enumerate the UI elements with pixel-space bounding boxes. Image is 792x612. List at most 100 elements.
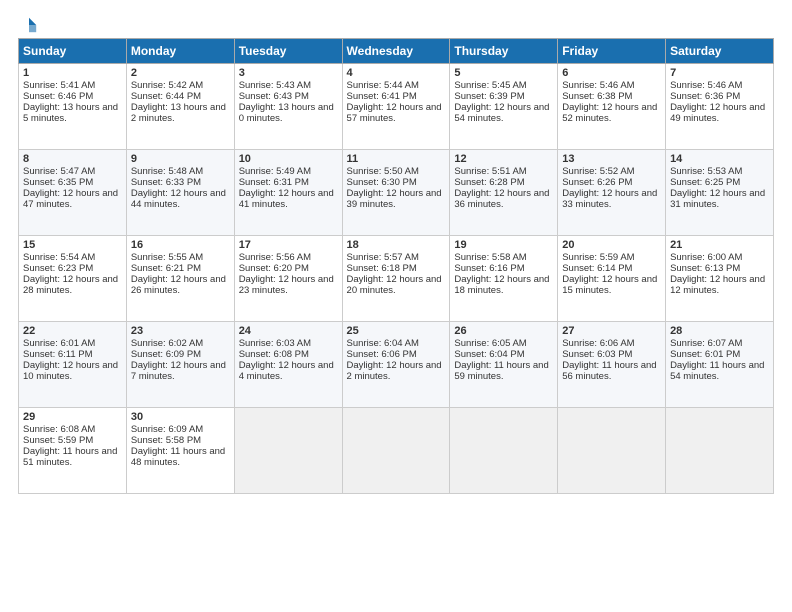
sunrise: Sunrise: 5:58 AM <box>454 252 526 263</box>
day-number: 29 <box>23 411 122 423</box>
calendar-header-cell: Monday <box>126 39 234 64</box>
sunrise: Sunrise: 5:49 AM <box>239 166 311 177</box>
calendar-day-cell <box>342 408 450 494</box>
day-number: 23 <box>131 325 230 337</box>
daylight: Daylight: 12 hours and 49 minutes. <box>670 102 765 124</box>
calendar-header-row: SundayMondayTuesdayWednesdayThursdayFrid… <box>19 39 774 64</box>
sunrise: Sunrise: 6:06 AM <box>562 338 634 349</box>
day-number: 20 <box>562 239 661 251</box>
sunset: Sunset: 5:58 PM <box>131 435 201 446</box>
sunrise: Sunrise: 6:08 AM <box>23 424 95 435</box>
calendar-day-cell: 20Sunrise: 5:59 AMSunset: 6:14 PMDayligh… <box>558 236 666 322</box>
header <box>18 16 774 30</box>
day-number: 26 <box>454 325 553 337</box>
day-number: 3 <box>239 67 338 79</box>
calendar-day-cell: 27Sunrise: 6:06 AMSunset: 6:03 PMDayligh… <box>558 322 666 408</box>
calendar-day-cell: 8Sunrise: 5:47 AMSunset: 6:35 PMDaylight… <box>19 150 127 236</box>
sunset: Sunset: 6:11 PM <box>23 349 93 360</box>
sunrise: Sunrise: 5:52 AM <box>562 166 634 177</box>
daylight: Daylight: 12 hours and 7 minutes. <box>131 360 226 382</box>
sunrise: Sunrise: 5:47 AM <box>23 166 95 177</box>
sunset: Sunset: 6:20 PM <box>239 263 309 274</box>
day-number: 1 <box>23 67 122 79</box>
daylight: Daylight: 12 hours and 57 minutes. <box>347 102 442 124</box>
daylight: Daylight: 12 hours and 54 minutes. <box>454 102 549 124</box>
sunrise: Sunrise: 5:53 AM <box>670 166 742 177</box>
sunset: Sunset: 6:06 PM <box>347 349 417 360</box>
sunrise: Sunrise: 5:42 AM <box>131 80 203 91</box>
daylight: Daylight: 12 hours and 12 minutes. <box>670 274 765 296</box>
calendar-day-cell: 24Sunrise: 6:03 AMSunset: 6:08 PMDayligh… <box>234 322 342 408</box>
day-number: 10 <box>239 153 338 165</box>
sunset: Sunset: 6:04 PM <box>454 349 524 360</box>
daylight: Daylight: 12 hours and 18 minutes. <box>454 274 549 296</box>
sunrise: Sunrise: 5:51 AM <box>454 166 526 177</box>
sunrise: Sunrise: 5:45 AM <box>454 80 526 91</box>
day-number: 11 <box>347 153 446 165</box>
calendar-day-cell: 16Sunrise: 5:55 AMSunset: 6:21 PMDayligh… <box>126 236 234 322</box>
logo <box>18 16 38 30</box>
daylight: Daylight: 12 hours and 52 minutes. <box>562 102 657 124</box>
calendar-header-cell: Wednesday <box>342 39 450 64</box>
daylight: Daylight: 12 hours and 2 minutes. <box>347 360 442 382</box>
daylight: Daylight: 12 hours and 28 minutes. <box>23 274 118 296</box>
sunset: Sunset: 6:01 PM <box>670 349 740 360</box>
calendar-day-cell: 13Sunrise: 5:52 AMSunset: 6:26 PMDayligh… <box>558 150 666 236</box>
calendar-day-cell: 19Sunrise: 5:58 AMSunset: 6:16 PMDayligh… <box>450 236 558 322</box>
daylight: Daylight: 12 hours and 36 minutes. <box>454 188 549 210</box>
day-number: 6 <box>562 67 661 79</box>
sunrise: Sunrise: 6:07 AM <box>670 338 742 349</box>
calendar-day-cell <box>666 408 774 494</box>
calendar-day-cell <box>558 408 666 494</box>
sunset: Sunset: 6:35 PM <box>23 177 93 188</box>
sunset: Sunset: 6:44 PM <box>131 91 201 102</box>
daylight: Daylight: 12 hours and 23 minutes. <box>239 274 334 296</box>
sunset: Sunset: 6:38 PM <box>562 91 632 102</box>
day-number: 27 <box>562 325 661 337</box>
day-number: 15 <box>23 239 122 251</box>
daylight: Daylight: 11 hours and 48 minutes. <box>131 446 225 468</box>
day-number: 8 <box>23 153 122 165</box>
sunset: Sunset: 6:08 PM <box>239 349 309 360</box>
sunset: Sunset: 6:13 PM <box>670 263 740 274</box>
day-number: 13 <box>562 153 661 165</box>
sunrise: Sunrise: 5:41 AM <box>23 80 95 91</box>
calendar-day-cell: 28Sunrise: 6:07 AMSunset: 6:01 PMDayligh… <box>666 322 774 408</box>
sunrise: Sunrise: 6:03 AM <box>239 338 311 349</box>
day-number: 2 <box>131 67 230 79</box>
sunset: Sunset: 6:21 PM <box>131 263 201 274</box>
sunset: Sunset: 6:26 PM <box>562 177 632 188</box>
daylight: Daylight: 11 hours and 56 minutes. <box>562 360 656 382</box>
sunset: Sunset: 6:31 PM <box>239 177 309 188</box>
day-number: 17 <box>239 239 338 251</box>
sunrise: Sunrise: 5:57 AM <box>347 252 419 263</box>
daylight: Daylight: 12 hours and 33 minutes. <box>562 188 657 210</box>
day-number: 14 <box>670 153 769 165</box>
daylight: Daylight: 12 hours and 44 minutes. <box>131 188 226 210</box>
calendar-header-cell: Sunday <box>19 39 127 64</box>
daylight: Daylight: 13 hours and 2 minutes. <box>131 102 226 124</box>
day-number: 12 <box>454 153 553 165</box>
sunset: Sunset: 6:16 PM <box>454 263 524 274</box>
sunset: Sunset: 6:43 PM <box>239 91 309 102</box>
calendar-day-cell: 15Sunrise: 5:54 AMSunset: 6:23 PMDayligh… <box>19 236 127 322</box>
daylight: Daylight: 12 hours and 39 minutes. <box>347 188 442 210</box>
day-number: 21 <box>670 239 769 251</box>
calendar-day-cell: 14Sunrise: 5:53 AMSunset: 6:25 PMDayligh… <box>666 150 774 236</box>
sunset: Sunset: 6:14 PM <box>562 263 632 274</box>
sunrise: Sunrise: 6:00 AM <box>670 252 742 263</box>
calendar-day-cell: 18Sunrise: 5:57 AMSunset: 6:18 PMDayligh… <box>342 236 450 322</box>
sunrise: Sunrise: 6:02 AM <box>131 338 203 349</box>
calendar-week-row: 22Sunrise: 6:01 AMSunset: 6:11 PMDayligh… <box>19 322 774 408</box>
sunrise: Sunrise: 5:46 AM <box>562 80 634 91</box>
daylight: Daylight: 13 hours and 0 minutes. <box>239 102 334 124</box>
daylight: Daylight: 12 hours and 31 minutes. <box>670 188 765 210</box>
daylight: Daylight: 12 hours and 4 minutes. <box>239 360 334 382</box>
sunset: Sunset: 5:59 PM <box>23 435 93 446</box>
sunrise: Sunrise: 5:44 AM <box>347 80 419 91</box>
daylight: Daylight: 11 hours and 59 minutes. <box>454 360 548 382</box>
calendar-header-cell: Thursday <box>450 39 558 64</box>
sunset: Sunset: 6:25 PM <box>670 177 740 188</box>
sunrise: Sunrise: 5:54 AM <box>23 252 95 263</box>
daylight: Daylight: 11 hours and 54 minutes. <box>670 360 764 382</box>
